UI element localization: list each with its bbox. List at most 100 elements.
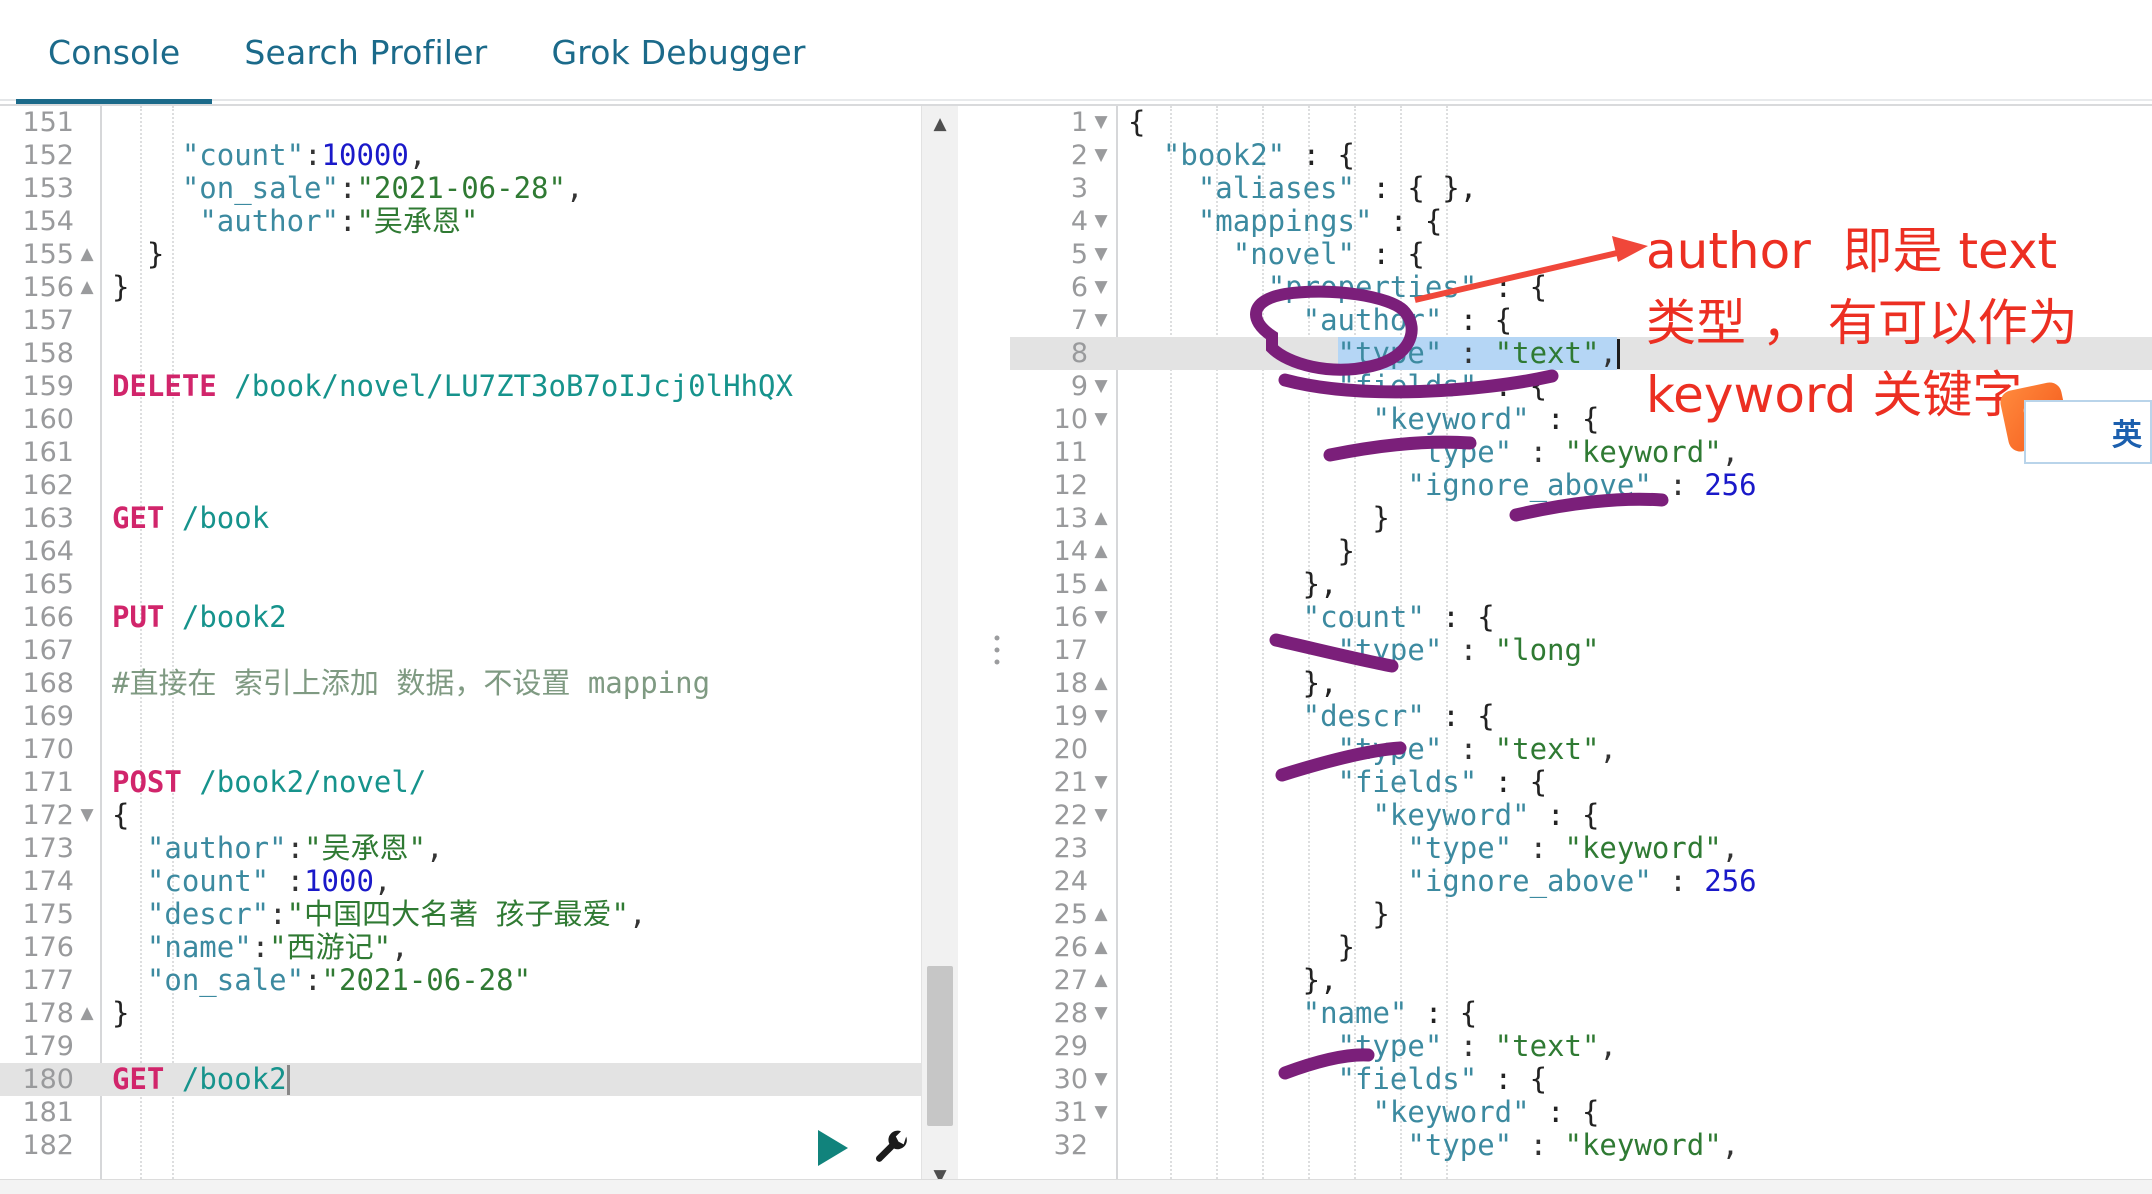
- request-code[interactable]: 151 152 "count":10000, 153 "on_sale":"2021…: [0, 106, 958, 1162]
- fold-toggle-icon[interactable]: ▲: [1088, 667, 1114, 700]
- code-line[interactable]: 155 ▲ }: [0, 238, 958, 271]
- code-line[interactable]: 167: [0, 634, 958, 667]
- fold-toggle-icon[interactable]: ▼: [1088, 139, 1114, 172]
- code-line[interactable]: 3 "aliases" : { },: [1010, 172, 2152, 205]
- code-line[interactable]: 158: [0, 337, 958, 370]
- fold-toggle-icon[interactable]: ▲: [1088, 898, 1114, 931]
- code-line[interactable]: 14 ▲ }: [1010, 535, 2152, 568]
- code-line[interactable]: 24 "ignore_above" : 256: [1010, 865, 2152, 898]
- fold-toggle-icon[interactable]: ▲: [1088, 964, 1114, 997]
- code-line[interactable]: 157: [0, 304, 958, 337]
- code-line[interactable]: 179: [0, 1030, 958, 1063]
- code-line[interactable]: 19 ▼ "descr" : {: [1010, 700, 2152, 733]
- fold-toggle-icon[interactable]: ▲: [1088, 535, 1114, 568]
- code-line[interactable]: 7 ▼ "author" : {: [1010, 304, 2152, 337]
- fold-toggle-icon[interactable]: ▼: [1088, 205, 1114, 238]
- fold-toggle-icon[interactable]: ▼: [1088, 1063, 1114, 1096]
- code-line[interactable]: 166 PUT /book2: [0, 601, 958, 634]
- code-line[interactable]: 29 "type" : "text",: [1010, 1030, 2152, 1063]
- code-line[interactable]: 172 ▼ {: [0, 799, 958, 832]
- fold-toggle-icon[interactable]: ▼: [74, 799, 100, 832]
- code-line[interactable]: 15 ▲ },: [1010, 568, 2152, 601]
- code-line[interactable]: 168 #直接在 索引上添加 数据，不设置 mapping: [0, 667, 958, 700]
- code-line[interactable]: 32 "type" : "keyword",: [1010, 1129, 2152, 1162]
- code-line[interactable]: 174 "count" :1000,: [0, 865, 958, 898]
- code-line[interactable]: 2 ▼ "book2" : {: [1010, 139, 2152, 172]
- code-line[interactable]: 171 POST /book2/novel/: [0, 766, 958, 799]
- code-line[interactable]: 12 "ignore_above" : 256: [1010, 469, 2152, 502]
- fold-toggle-icon[interactable]: ▼: [1088, 601, 1114, 634]
- code-line[interactable]: 17 "type" : "long": [1010, 634, 2152, 667]
- scroll-up-arrow[interactable]: ▲: [922, 106, 958, 142]
- fold-toggle-icon[interactable]: ▲: [74, 238, 100, 271]
- code-line[interactable]: 175 "descr":"中国四大名著 孩子最爱",: [0, 898, 958, 931]
- code-line[interactable]: 21 ▼ "fields" : {: [1010, 766, 2152, 799]
- code-line[interactable]: 5 ▼ "novel" : {: [1010, 238, 2152, 271]
- fold-toggle-icon[interactable]: ▼: [1088, 1096, 1114, 1129]
- code-line[interactable]: 25 ▲ }: [1010, 898, 2152, 931]
- fold-toggle-icon[interactable]: ▼: [1088, 403, 1114, 436]
- code-line[interactable]: 181: [0, 1096, 958, 1129]
- code-line[interactable]: 160: [0, 403, 958, 436]
- code-line[interactable]: 27 ▲ },: [1010, 964, 2152, 997]
- fold-toggle-icon[interactable]: ▼: [1088, 271, 1114, 304]
- response-code[interactable]: 1 ▼{2 ▼ "book2" : {3 "aliases" : { }, 4 ▼ "m…: [1010, 106, 2152, 1162]
- pane-splitter[interactable]: [986, 106, 1008, 1194]
- code-line[interactable]: 13 ▲ }: [1010, 502, 2152, 535]
- code-line[interactable]: 16 ▼ "count" : {: [1010, 601, 2152, 634]
- code-line[interactable]: 159 DELETE /book/novel/LU7ZT3oB7oIJcj0lHh…: [0, 370, 958, 403]
- code-line[interactable]: 18 ▲ },: [1010, 667, 2152, 700]
- code-line[interactable]: 180 GET /book2: [0, 1063, 958, 1096]
- code-line[interactable]: 162: [0, 469, 958, 502]
- code-line[interactable]: 165: [0, 568, 958, 601]
- fold-toggle-icon[interactable]: ▲: [1088, 931, 1114, 964]
- code-line[interactable]: 30 ▼ "fields" : {: [1010, 1063, 2152, 1096]
- code-line[interactable]: 164: [0, 535, 958, 568]
- request-scrollbar[interactable]: ▲ ▼: [921, 106, 958, 1194]
- code-line[interactable]: 156 ▲}: [0, 271, 958, 304]
- run-request-play-icon[interactable]: [818, 1130, 848, 1166]
- code-line[interactable]: 23 "type" : "keyword",: [1010, 832, 2152, 865]
- wrench-icon[interactable]: [872, 1128, 912, 1168]
- fold-toggle-icon[interactable]: ▼: [1088, 238, 1114, 271]
- code-line[interactable]: 9 ▼ "fields" : {: [1010, 370, 2152, 403]
- code-line[interactable]: 1 ▼ {: [1010, 106, 2152, 139]
- tab-grok-debugger[interactable]: Grok Debugger: [519, 0, 837, 104]
- code-line[interactable]: 22 ▼ "keyword" : {: [1010, 799, 2152, 832]
- code-line[interactable]: 163 GET /book: [0, 502, 958, 535]
- code-line[interactable]: 182: [0, 1129, 958, 1162]
- code-line[interactable]: 31 ▼ "keyword" : {: [1010, 1096, 2152, 1129]
- code-line[interactable]: 153 "on_sale":"2021-06-28",: [0, 172, 958, 205]
- code-line[interactable]: 177 "on_sale":"2021-06-28": [0, 964, 958, 997]
- code-line[interactable]: 28 ▼ "name" : {: [1010, 997, 2152, 1030]
- request-pane[interactable]: 151 152 "count":10000, 153 "on_sale":"2021…: [0, 106, 958, 1194]
- code-line[interactable]: 20 "type" : "text",: [1010, 733, 2152, 766]
- code-line[interactable]: 8 "type" : "text",: [1010, 337, 2152, 370]
- fold-toggle-icon[interactable]: ▼: [1088, 106, 1114, 139]
- code-line[interactable]: 154 "author":"吴承恩": [0, 205, 958, 238]
- fold-toggle-icon[interactable]: ▼: [1088, 997, 1114, 1030]
- tab-search-profiler[interactable]: Search Profiler: [212, 0, 519, 104]
- code-line[interactable]: 169: [0, 700, 958, 733]
- code-line[interactable]: 151: [0, 106, 958, 139]
- fold-toggle-icon[interactable]: ▲: [1088, 568, 1114, 601]
- ime-status-bar[interactable]: 英: [2024, 400, 2152, 464]
- code-line[interactable]: 170: [0, 733, 958, 766]
- code-line[interactable]: 178 ▲}: [0, 997, 958, 1030]
- code-line[interactable]: 26 ▲ }: [1010, 931, 2152, 964]
- code-line[interactable]: 11 "type" : "keyword",: [1010, 436, 2152, 469]
- code-line[interactable]: 10 ▼ "keyword" : {: [1010, 403, 2152, 436]
- scrollbar-thumb[interactable]: [927, 966, 953, 1126]
- fold-toggle-icon[interactable]: ▲: [74, 271, 100, 304]
- fold-toggle-icon[interactable]: ▼: [1088, 700, 1114, 733]
- response-pane[interactable]: 1 ▼{2 ▼ "book2" : {3 "aliases" : { }, 4 ▼ "m…: [1010, 106, 2152, 1194]
- fold-toggle-icon[interactable]: ▼: [1088, 766, 1114, 799]
- code-line[interactable]: 6 ▼ "properties" : {: [1010, 271, 2152, 304]
- fold-toggle-icon[interactable]: ▲: [74, 997, 100, 1030]
- fold-toggle-icon[interactable]: ▲: [1088, 502, 1114, 535]
- code-line[interactable]: 173 "author":"吴承恩",: [0, 832, 958, 865]
- code-line[interactable]: 161: [0, 436, 958, 469]
- code-line[interactable]: 152 "count":10000,: [0, 139, 958, 172]
- code-line[interactable]: 4 ▼ "mappings" : {: [1010, 205, 2152, 238]
- fold-toggle-icon[interactable]: ▼: [1088, 799, 1114, 832]
